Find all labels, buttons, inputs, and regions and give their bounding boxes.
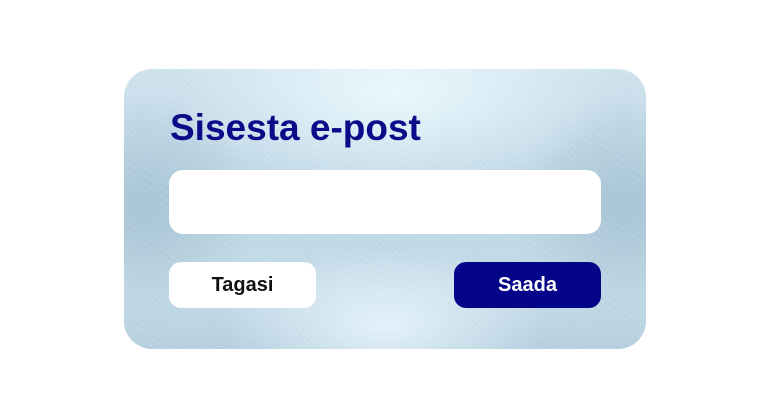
dialog-title: Sisesta e-post: [170, 107, 421, 148]
email-field[interactable]: [169, 170, 601, 234]
email-dialog: Sisesta e-post Tagasi Saada: [124, 69, 646, 349]
send-button[interactable]: Saada: [454, 262, 601, 308]
back-button[interactable]: Tagasi: [169, 262, 316, 308]
